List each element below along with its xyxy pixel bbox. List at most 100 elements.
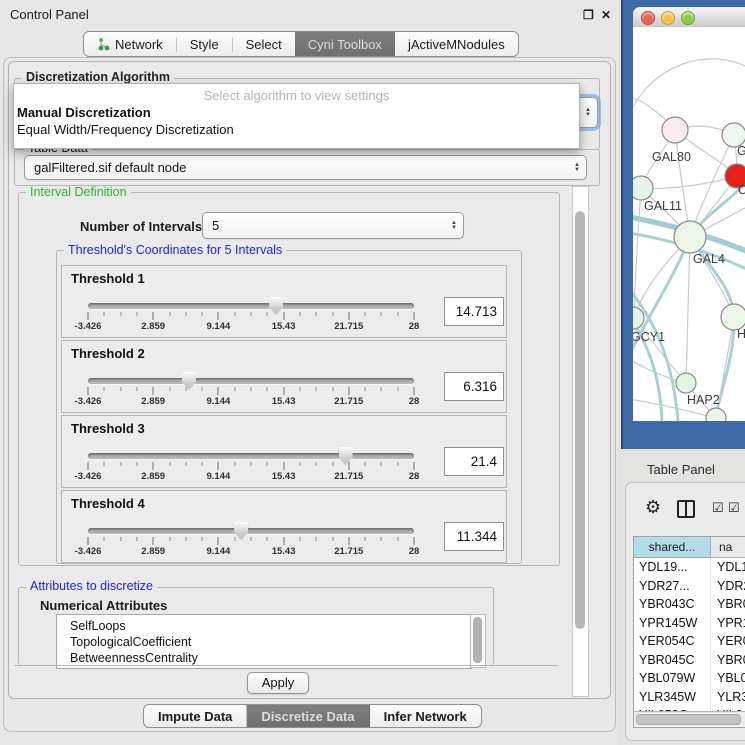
slider-ticks [88,462,414,471]
combo-arrows-icon: ▲▼ [445,221,463,231]
attributes-list-scrollbar[interactable] [470,614,486,668]
tab-label: Discretize Data [261,709,354,724]
network-node-label: H [737,327,745,341]
bottom-tab-bar: Impute Data Discretize Data Infer Networ… [143,704,482,728]
tab-network[interactable]: Network [84,32,176,56]
threshold-value-field[interactable]: 14.713 [444,297,504,326]
table-row[interactable]: YBL079WYBL0 [634,669,745,688]
network-node-label: HAP2 [687,393,720,407]
network-window-titlebar[interactable] [633,7,745,28]
table-row[interactable]: YER054CYER0 [634,632,745,651]
network-node-label: C [738,183,745,197]
list-item[interactable]: SelfLoops [57,618,471,634]
threshold-value-field[interactable]: 11.344 [444,522,504,551]
network-node-GCY1[interactable] [633,307,644,329]
threshold-label: Threshold 4 [71,496,145,511]
attributes-group-title: Attributes to discretize [26,580,157,593]
numerical-attributes-list: SelfLoopsTopologicalCoefficientBetweenne… [56,614,472,669]
zoom-traffic-light[interactable] [681,11,695,25]
interval-definition-title: Interval Definition [26,186,131,199]
tab-label: Select [246,37,282,52]
float-window-icon[interactable]: ❐ [583,8,594,22]
threshold-panel-3: Threshold 3 -3.4262.8599.14415.4321.7152… [61,415,507,488]
table-horizontal-scrollbar[interactable] [634,711,745,726]
threshold-slider[interactable] [88,453,414,459]
column-layout-icon[interactable] [677,500,695,518]
checkbox-icon[interactable]: ☑ [712,500,724,516]
tab-impute-data[interactable]: Impute Data [144,705,247,727]
tab-jactivemnodules[interactable]: jActiveMNodules [395,32,518,56]
screen: Control Panel ❐ ✕ Network Style Select C… [0,0,745,745]
slider-tick-labels: -3.4262.8599.14415.4321.71528 [88,321,414,332]
scrollbar-thumb[interactable] [636,714,741,725]
combo-arrows-icon: ▲▼ [579,108,597,118]
table-panel-title: Table Panel [647,462,715,477]
threshold-value-field[interactable]: 21.4 [444,447,504,476]
num-intervals-label: Number of Intervals [80,219,202,234]
tab-label: Impute Data [158,709,232,724]
popup-option-manual[interactable]: Manual Discretization [14,104,579,121]
close-traffic-light[interactable] [641,11,655,25]
node-table: shared... na YDL19...YDL1YDR27...YDR2YBR… [633,536,745,728]
combo-arrows-icon: ▲▼ [568,163,586,173]
network-node-GAL80[interactable] [662,117,688,143]
numerical-attributes-label: Numerical Attributes [40,598,167,613]
settings-scrollbar[interactable] [572,186,589,697]
popup-option-equal-width[interactable]: Equal Width/Frequency Discretization [14,121,579,138]
slider-ticks [88,537,414,546]
column-header-shared-name[interactable]: shared... [634,537,711,558]
tab-label: jActiveMNodules [408,37,505,52]
minimize-traffic-light[interactable] [661,11,675,25]
threshold-slider[interactable] [88,528,414,534]
network-node-label: GAL80 [652,150,691,164]
panel-title: Control Panel [10,7,89,22]
tab-discretize-data[interactable]: Discretize Data [247,705,369,727]
gear-icon[interactable]: ⚙ [645,497,661,518]
list-item[interactable]: BetweennessCentrality [57,650,471,666]
apply-button[interactable]: Apply [247,672,309,694]
threshold-label: Threshold 2 [71,346,145,361]
threshold-label: Threshold 1 [71,271,145,286]
table-row[interactable]: YDR27...YDR2 [634,577,745,596]
algorithm-dropdown-popup: Select algorithm to view settings Manual… [13,83,580,149]
close-icon[interactable]: ✕ [601,8,611,22]
slider-tick-labels: -3.4262.8599.14415.4321.71528 [88,396,414,407]
network-node-GAL4[interactable] [674,221,706,253]
control-panel: Control Panel ❐ ✕ Network Style Select C… [0,0,618,745]
tab-infer-network[interactable]: Infer Network [370,705,481,727]
num-intervals-value: 5 [203,218,445,233]
network-node-label: GA [737,144,745,158]
threshold-panel-4: Threshold 4 -3.4262.8599.14415.4321.7152… [61,490,507,563]
table-row[interactable]: YDL19...YDL1 [634,558,745,577]
network-icon [97,37,110,51]
threshold-slider[interactable] [88,303,414,309]
tab-cyni-toolbox[interactable]: Cyni Toolbox [295,32,395,56]
num-intervals-combobox[interactable]: 5 ▲▼ [202,212,464,239]
network-canvas[interactable]: GAL80GACGAL11GAL4GCY1HHAP2 [633,27,745,421]
network-node-GAL11[interactable] [633,176,653,200]
network-node-HAP2[interactable] [676,373,696,393]
column-header-name[interactable]: na [711,537,745,558]
threshold-panel-1: Threshold 1 -3.4262.8599.14415.4321.7152… [61,265,507,338]
table-row[interactable]: YPR145WYPR1 [634,614,745,633]
scrollbar-thumb[interactable] [473,617,482,663]
tab-label: Cyni Toolbox [308,37,382,52]
scrollbar-thumb[interactable] [575,211,585,629]
popup-hint: Select algorithm to view settings [14,84,579,104]
tab-label: Network [115,37,163,52]
checkbox-icon[interactable]: ☑ [728,500,740,516]
slider-tick-labels: -3.4262.8599.14415.4321.71528 [88,471,414,482]
table-row[interactable]: YBR043CYBR0 [634,595,745,614]
threshold-label: Threshold 3 [71,421,145,436]
table-row[interactable]: YLR345WYLR3 [634,688,745,707]
slider-ticks [88,387,414,396]
thresholds-group-title: Threshold's Coordinates for 5 Intervals [64,244,286,257]
table-row[interactable]: YBR045CYBR0 [634,651,745,670]
list-item[interactable]: TopologicalCoefficient [57,634,471,650]
threshold-value-field[interactable]: 6.316 [444,372,504,401]
tab-style[interactable]: Style [177,32,232,56]
network-graph: GAL80GACGAL11GAL4GCY1HHAP2 [633,27,745,421]
threshold-slider[interactable] [88,378,414,384]
table-data-combobox[interactable]: galFiltered.sif default node ▲▼ [24,155,587,180]
tab-select[interactable]: Select [233,32,295,56]
